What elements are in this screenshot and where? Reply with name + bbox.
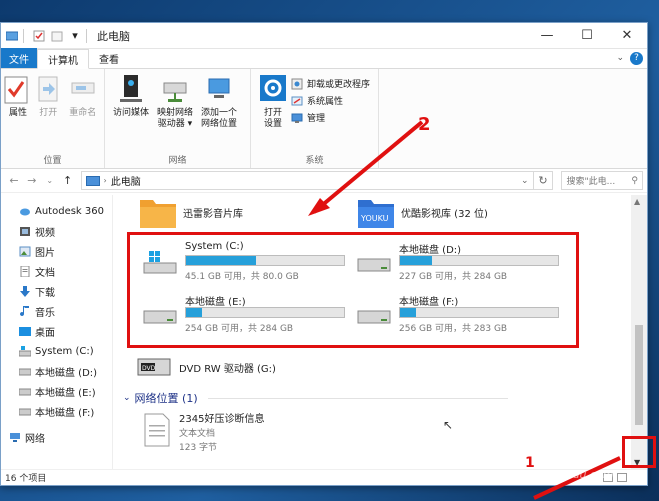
sidebar-item-documents[interactable]: 文档 [1,261,112,281]
drives-highlight-box [127,232,579,348]
sidebar-item-autodesk[interactable]: Autodesk 360 [1,201,112,221]
rename-button[interactable]: 重命名 [66,73,101,152]
access-media-button[interactable]: 访问媒体 [109,73,153,152]
system-properties-icon [291,96,303,105]
text-file-icon [144,413,170,447]
properties-check-icon [4,76,28,104]
maximize-button[interactable]: ☐ [567,23,607,49]
open-icon [38,76,58,102]
explorer-window: ▾ 此电脑 — ☐ ✕ 文件 计算机 查看 ⌄ ? 属性 打开 重命名 位置 访… [0,22,648,486]
chevron-down-icon: ⌄ [123,393,131,403]
minimize-button[interactable]: — [527,23,567,49]
search-icon: ⚲ [631,175,638,186]
refresh-icon[interactable]: ↻ [533,171,554,190]
svg-text:DVD: DVD [142,365,156,372]
network-icon [10,432,20,442]
separator [86,28,87,43]
explorer-app-icon [5,29,19,43]
network-drive-icon [163,82,187,102]
address-dropdown-icon[interactable]: ⌄ [521,176,529,186]
hard-drive-icon [19,388,31,395]
annotation-number-2: 2 [418,114,431,135]
recent-chevron-icon[interactable]: ⌄ [41,176,59,185]
separator [23,28,24,43]
scroll-up-icon[interactable]: ▲ [634,197,640,206]
sidebar-item-pictures[interactable]: 图片 [1,241,112,261]
uninstall-programs-button[interactable]: 卸载或更改程序 [291,77,370,90]
open-settings-button[interactable]: 打开 设置 [255,73,291,152]
desktop-icon [19,326,31,336]
address-text: 此电脑 [110,177,141,188]
network-file-item[interactable]: 2345好压诊断信息 文本文档 123 字节 [143,413,264,455]
sidebar-item-videos[interactable]: 视频 [1,221,112,241]
customize-quick-access-icon[interactable]: ▾ [68,29,82,43]
windows-drive-icon [19,345,31,356]
network-locations-header[interactable]: ⌄ 网络位置 (1) [123,390,508,406]
close-button[interactable]: ✕ [607,23,647,49]
music-note-icon [20,305,29,316]
sidebar-item-downloads[interactable]: 下载 [1,281,112,301]
mouse-cursor-icon: ↖ [443,418,454,432]
sidebar-item-drive-d[interactable]: 本地磁盘 (D:) [1,361,112,381]
hard-drive-icon [19,408,31,415]
window-title: 此电脑 [97,29,130,43]
file-size: 123 字节 [179,443,218,453]
library-xunlei[interactable]: 迅雷影音片库 [139,195,243,229]
properties-button[interactable]: 属性 [4,73,31,152]
ribbon-group-network: 访问媒体 映射网络 驱动器 ▾ 添加一个 网络位置 网络 [105,69,251,168]
watermark: jingyan.baidu.com [512,468,614,481]
section-divider [207,397,508,399]
add-network-location-button[interactable]: 添加一个 网络位置 [197,73,241,152]
sidebar-item-music[interactable]: 音乐 [1,301,112,321]
map-network-drive-button[interactable]: 映射网络 驱动器 ▾ [153,73,197,152]
picture-icon [19,246,31,256]
tab-computer[interactable]: 计算机 [37,49,89,69]
tab-view[interactable]: 查看 [89,48,129,68]
new-folder-icon[interactable] [50,29,64,43]
search-input[interactable]: 搜索"此电... ⚲ [561,171,643,190]
hard-drive-icon [19,368,31,375]
back-arrow-icon[interactable]: ← [5,174,23,187]
ribbon-group-location: 属性 打开 重命名 位置 [1,69,105,168]
rename-icon [71,82,95,94]
dvd-drive[interactable]: DVD DVD RW 驱动器 (G:) [137,355,276,379]
properties-icon[interactable] [32,29,46,43]
item-count: 16 个项目 [5,474,47,484]
ribbon-tabs: 文件 计算机 查看 ⌄ ? [1,48,647,69]
network-location-icon [208,78,230,98]
video-icon [20,226,30,236]
vertical-scrollbar[interactable]: ▲ ▼ [631,195,647,469]
cloud-icon [20,208,30,215]
title-bar: ▾ 此电脑 — ☐ ✕ [1,23,647,49]
sidebar-item-drive-f[interactable]: 本地磁盘 (F:) [1,401,112,421]
arrow-annotation-2 [308,120,424,216]
programs-icon [291,78,303,89]
group-label-location: 位置 [43,156,62,166]
sidebar-item-desktop[interactable]: 桌面 [1,321,112,341]
computer-icon [85,175,100,186]
help-icon[interactable]: ? [630,51,643,65]
sidebar-item-network[interactable]: 网络 [1,427,112,447]
open-button[interactable]: 打开 [31,73,66,152]
forward-arrow-icon[interactable]: → [23,174,41,187]
chevron-down-icon[interactable]: ⌄ [616,53,624,63]
address-separator-icon: › [103,176,107,185]
file-name: 2345好压诊断信息 [179,414,265,425]
download-arrow-icon [20,285,30,297]
dvd-drive-icon: DVD [137,358,171,376]
file-type: 文本文档 [179,429,216,439]
tab-file[interactable]: 文件 [1,48,37,68]
group-label-network: 网络 [168,156,187,166]
scrollbar-thumb[interactable] [635,325,643,425]
document-icon [20,265,30,277]
up-arrow-icon[interactable]: ↑ [59,174,77,187]
gear-icon [260,75,286,101]
content-pane: 迅雷影音片库 YOUKU 优酷影视库 (32 位) System (C:) 45… [113,195,647,469]
folder-icon [140,200,176,228]
sidebar-item-drive-e[interactable]: 本地磁盘 (E:) [1,381,112,401]
sidebar-item-drive-c[interactable]: System (C:) [1,341,112,361]
navigation-pane: Autodesk 360 视频 图片 文档 下载 音乐 桌面 System (C… [1,195,113,469]
system-properties-button[interactable]: 系统属性 [291,94,370,107]
media-server-icon [120,75,142,102]
